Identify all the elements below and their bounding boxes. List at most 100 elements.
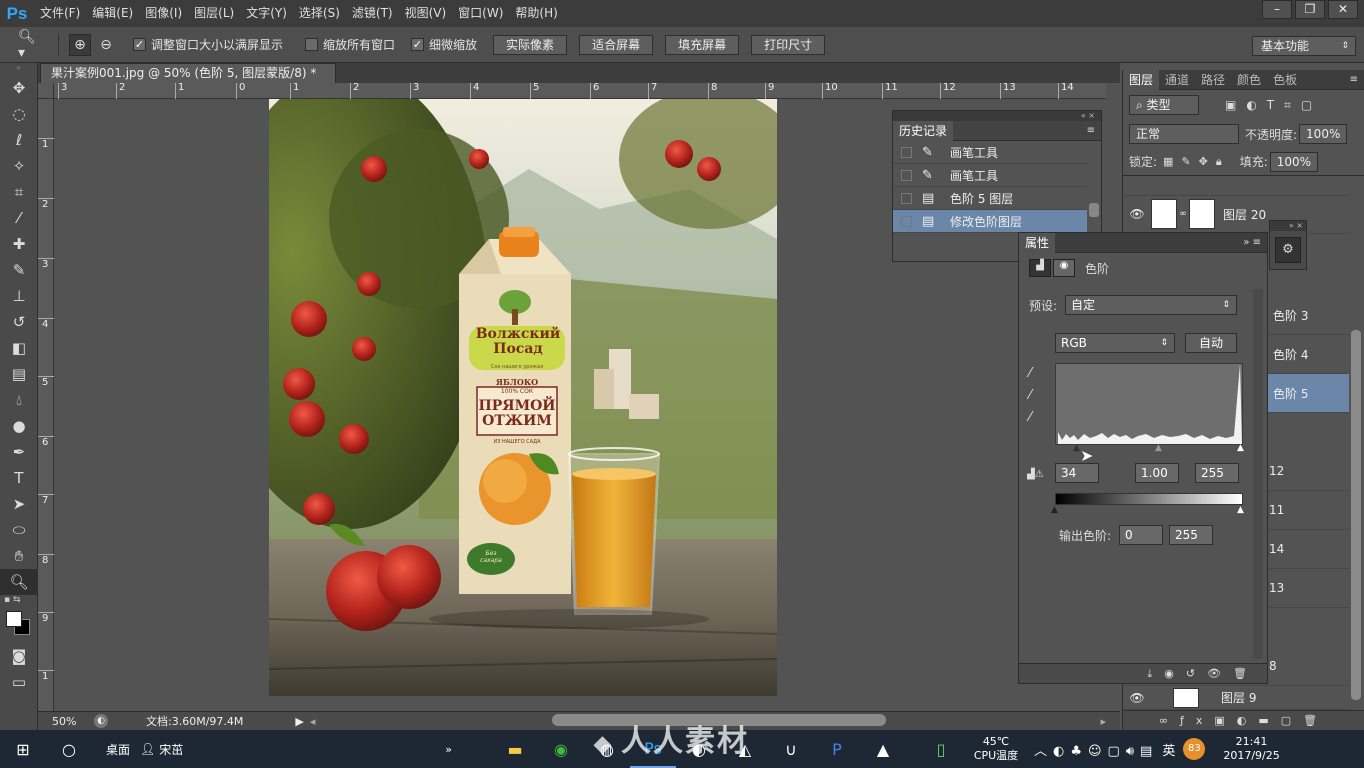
- layers-footer-icons[interactable]: ∞ƒx▣◐▬▢🗑︎: [1123, 710, 1364, 730]
- input-black-field[interactable]: 34: [1055, 463, 1099, 483]
- app-icon[interactable]: ∪: [768, 730, 814, 768]
- app-icon[interactable]: P: [814, 730, 860, 768]
- channel-select[interactable]: RGB ⇕: [1055, 333, 1175, 353]
- menu-window[interactable]: 窗口(W): [452, 0, 509, 27]
- panel-menu-icon[interactable]: ≡: [1350, 74, 1358, 85]
- eyedropper-icon[interactable]: ⁄: [0, 205, 38, 231]
- user-name[interactable]: 宋茁: [159, 741, 183, 758]
- tab-properties[interactable]: 属性: [1019, 232, 1056, 253]
- input-white-field[interactable]: 255: [1195, 463, 1239, 483]
- status-info-icon[interactable]: ◐: [94, 714, 108, 728]
- battery-saver-icon[interactable]: ▯: [918, 730, 964, 768]
- zoom-tool-icon[interactable]: 🔍︎▾: [18, 29, 40, 61]
- type-tool-icon[interactable]: T: [0, 465, 38, 491]
- panel-collapse-icon[interactable]: « ×: [893, 111, 1101, 121]
- collapse-icon[interactable]: »: [0, 63, 37, 75]
- gamma-input-slider[interactable]: ▲: [1155, 443, 1162, 453]
- blend-mode-select[interactable]: 正常: [1129, 124, 1239, 144]
- output-white-field[interactable]: 255: [1169, 525, 1213, 545]
- tray-icons[interactable]: ︿◐♣☺▢🔊︎▤: [1034, 740, 1158, 759]
- scroll-left-icon[interactable]: ◂: [310, 715, 316, 728]
- history-item-selected[interactable]: ▤ 修改色阶图层: [893, 210, 1087, 233]
- auto-button[interactable]: 自动: [1185, 333, 1237, 353]
- minimize-button[interactable]: –: [1262, 0, 1292, 19]
- layer-row[interactable]: 👁︎ ∞ 图层 20: [1123, 195, 1349, 234]
- actual-pixels-button[interactable]: 实际像素: [493, 34, 568, 55]
- move-tool-icon[interactable]: ✥: [0, 75, 38, 101]
- lasso-tool-icon[interactable]: ℓ: [0, 127, 38, 153]
- panel-menu-icon[interactable]: ≡: [1087, 125, 1095, 136]
- document-tab[interactable]: 果汁案例001.jpg @ 50% (色阶 5, 图层蒙版/8) * ×: [40, 63, 336, 99]
- photos-icon[interactable]: ▲: [860, 730, 906, 768]
- levels-icon[interactable]: ▟: [1029, 259, 1051, 277]
- menu-edit[interactable]: 编辑(E): [86, 0, 139, 27]
- menu-help[interactable]: 帮助(H): [509, 0, 563, 27]
- history-brush-icon[interactable]: ↺: [0, 309, 38, 335]
- output-white-slider[interactable]: ▲: [1237, 505, 1244, 515]
- zoom-all-checkbox[interactable]: 缩放所有窗口: [305, 36, 395, 53]
- chain-icon[interactable]: ∞: [1177, 209, 1189, 219]
- layer-filter-select[interactable]: ⌕ 类型: [1129, 95, 1199, 115]
- swap-colors-icon[interactable]: ▪ ⇆: [0, 595, 37, 609]
- magic-wand-icon[interactable]: ✧: [0, 153, 38, 179]
- windows-start-icon[interactable]: ⊞: [0, 730, 46, 768]
- dodge-tool-icon[interactable]: ●: [0, 413, 38, 439]
- properties-scrollbar[interactable]: [1253, 289, 1263, 659]
- hand-tool-icon[interactable]: ✋︎: [0, 543, 38, 569]
- zoom-tool-icon[interactable]: 🔍︎: [0, 569, 38, 595]
- tab-history[interactable]: 历史记录: [893, 120, 954, 141]
- filter-icons[interactable]: ▣◐T⌗▢: [1225, 98, 1322, 113]
- black-input-slider[interactable]: ▲: [1073, 443, 1080, 453]
- tab-paths[interactable]: 路径: [1195, 70, 1231, 90]
- taskbar-overflow-icon[interactable]: »: [445, 743, 452, 756]
- history-checkbox[interactable]: [901, 215, 912, 227]
- history-checkbox[interactable]: [901, 169, 912, 181]
- tab-swatches[interactable]: 色板: [1267, 70, 1303, 90]
- menu-type[interactable]: 文字(Y): [240, 0, 293, 27]
- clock[interactable]: 21:41 2017/9/25: [1223, 735, 1279, 763]
- opacity-input[interactable]: 100%: [1299, 124, 1348, 144]
- layers-scrollbar[interactable]: [1351, 330, 1361, 700]
- output-black-field[interactable]: 0: [1119, 525, 1163, 545]
- menu-select[interactable]: 选择(S): [293, 0, 346, 27]
- zoom-level[interactable]: 50%: [38, 715, 94, 728]
- scroll-right-icon[interactable]: ▸: [1100, 715, 1106, 728]
- tab-channels[interactable]: 通道: [1159, 70, 1195, 90]
- panel-menu-icon[interactable]: » ≡: [1243, 237, 1261, 248]
- properties-panel-icon[interactable]: ⚙: [1275, 237, 1301, 263]
- history-item[interactable]: ✎ 画笔工具: [893, 164, 1087, 187]
- gradient-tool-icon[interactable]: ▤: [0, 361, 38, 387]
- eye-icon[interactable]: 👁︎: [1123, 691, 1151, 705]
- scrubby-zoom-checkbox[interactable]: ✓ 细微缩放: [411, 36, 477, 53]
- zoom-in-icon[interactable]: ⊕: [69, 33, 91, 56]
- status-menu-arrow-icon[interactable]: ▶: [295, 715, 303, 728]
- history-item[interactable]: ▤ 色阶 5 图层: [893, 187, 1087, 210]
- layer-row[interactable]: 👁︎ 图层 9: [1123, 686, 1349, 710]
- eye-icon[interactable]: 👁︎: [1123, 207, 1151, 221]
- screen-mode-icon[interactable]: ▭: [0, 669, 38, 695]
- input-language[interactable]: 英: [1162, 740, 1175, 759]
- close-button[interactable]: ✕: [1328, 0, 1358, 19]
- tab-color[interactable]: 颜色: [1231, 70, 1267, 90]
- white-point-eyedropper-icon[interactable]: ⁄: [1029, 407, 1031, 429]
- panel-collapse-icon[interactable]: » ×: [1270, 221, 1306, 231]
- history-item[interactable]: ✎ 画笔工具: [893, 141, 1087, 164]
- cortana-icon[interactable]: ○: [46, 730, 92, 768]
- black-point-eyedropper-icon[interactable]: ⁄: [1029, 363, 1031, 385]
- history-checkbox[interactable]: [901, 146, 912, 158]
- tab-layers[interactable]: 图层: [1123, 69, 1160, 90]
- crop-tool-icon[interactable]: ⌗: [0, 179, 38, 205]
- cpu-temp[interactable]: 45℃ CPU温度: [966, 735, 1026, 763]
- battery-badge[interactable]: 83: [1183, 738, 1206, 760]
- workspace-select[interactable]: 基本功能 ⇕: [1252, 36, 1356, 56]
- print-size-button[interactable]: 打印尺寸: [751, 34, 826, 55]
- gray-point-eyedropper-icon[interactable]: ⁄: [1029, 385, 1031, 407]
- shape-tool-icon[interactable]: ⬭: [0, 517, 38, 543]
- file-explorer-icon[interactable]: ▬: [492, 730, 538, 768]
- output-black-slider[interactable]: ▲: [1051, 505, 1058, 515]
- lock-icons[interactable]: ▦✎✥🔒︎: [1163, 155, 1230, 169]
- fill-screen-button[interactable]: 填充屏幕: [665, 34, 740, 55]
- preset-select[interactable]: 自定 ⇕: [1065, 295, 1237, 315]
- quick-mask-icon[interactable]: ◙: [0, 643, 38, 669]
- color-swatches[interactable]: [0, 609, 37, 643]
